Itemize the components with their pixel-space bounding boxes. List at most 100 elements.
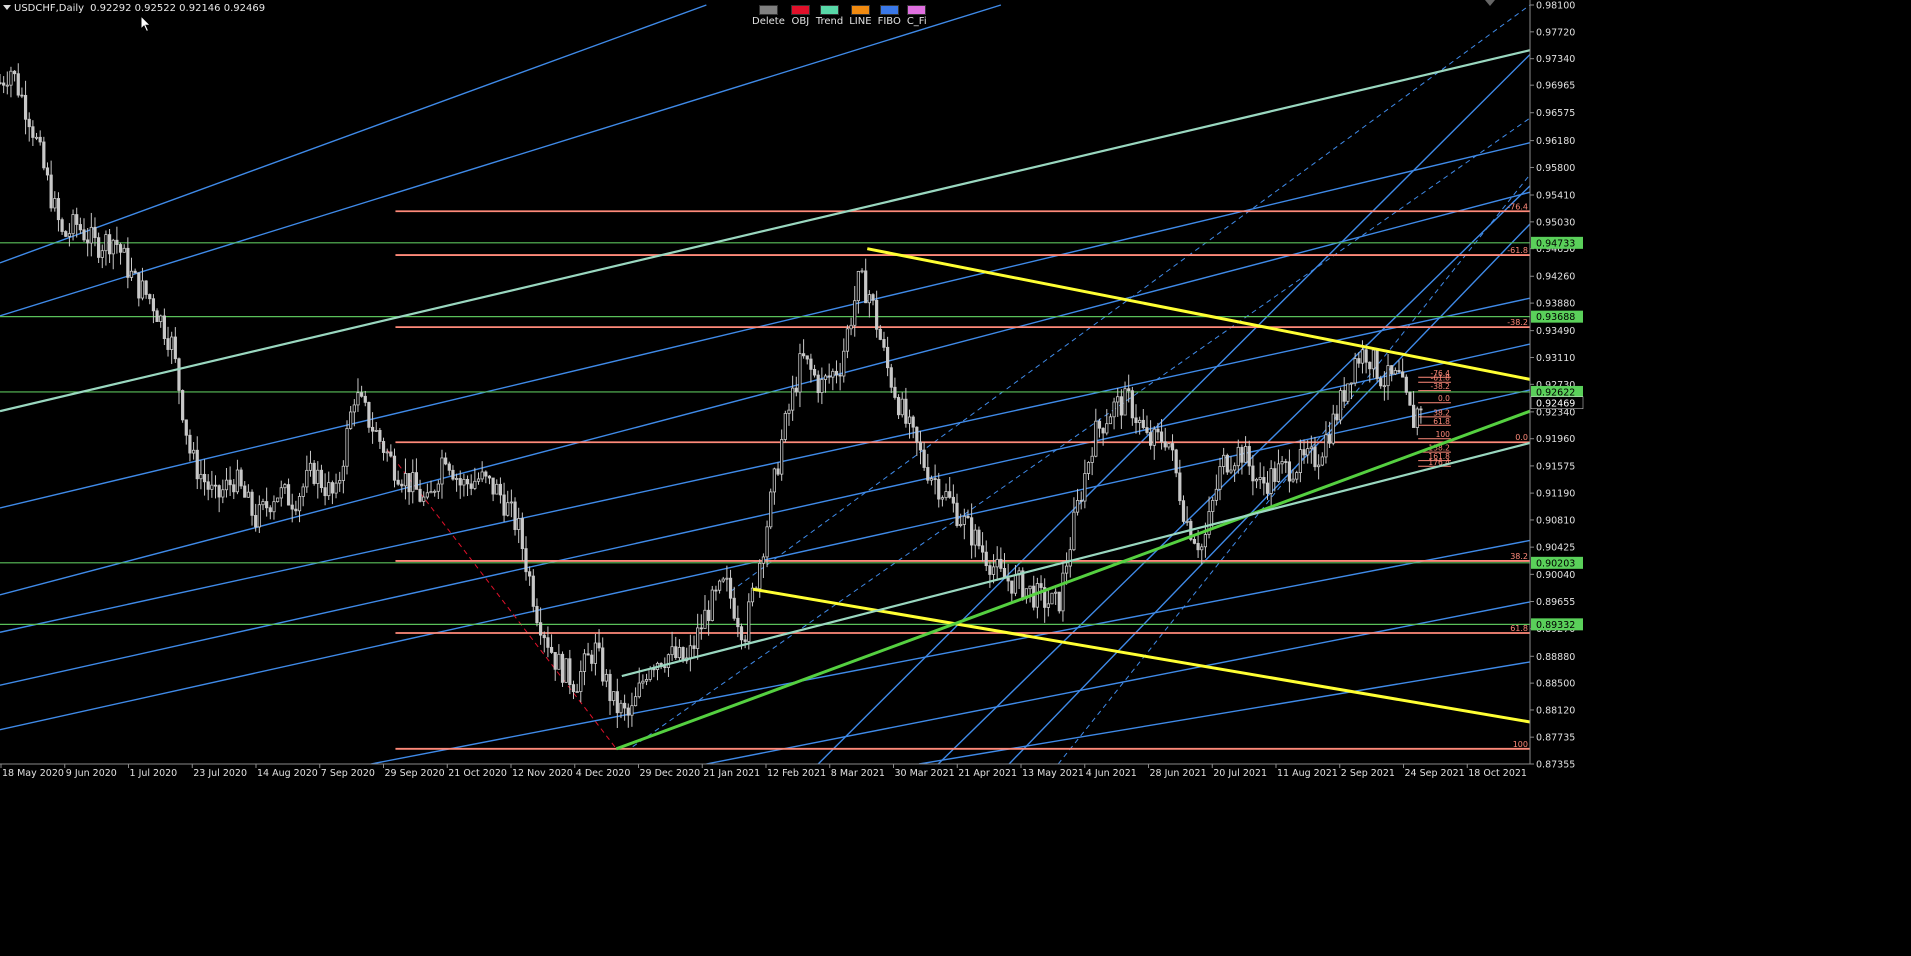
candle-body <box>886 346 890 369</box>
line-label: LINE <box>849 16 872 27</box>
chart-area[interactable]: -76.4 -61.8 -38.2 0.0 38.2 61.8 100 -76.4 -61.8-… <box>0 0 1911 956</box>
candle-body <box>418 488 422 502</box>
candle-body <box>1371 349 1376 370</box>
candle-body <box>517 518 521 530</box>
fibo-button[interactable]: FIBO <box>878 5 901 27</box>
candle-body <box>1364 349 1368 363</box>
candle-body <box>1156 428 1160 433</box>
obj-label: OBJ <box>791 16 810 27</box>
candle-body <box>1032 585 1036 608</box>
y-tick-label: 0.87355 <box>1536 760 1575 771</box>
y-tick-label: 0.87735 <box>1536 733 1575 744</box>
candle-body <box>173 336 177 360</box>
candle-body <box>268 507 272 513</box>
candle-body <box>327 482 331 497</box>
candle-body <box>911 416 915 428</box>
candle-body <box>1331 413 1335 444</box>
candle-body <box>290 504 294 510</box>
candle-body <box>1390 365 1394 375</box>
candle-body <box>999 558 1003 569</box>
x-tick-label: 21 Oct 2020 <box>448 768 507 779</box>
candle-body <box>1346 383 1350 402</box>
candle-body <box>995 558 999 568</box>
candle-body <box>769 491 773 528</box>
delete-button[interactable]: Delete <box>752 5 785 27</box>
candle-body <box>827 375 831 378</box>
candle-body <box>319 469 324 489</box>
cfi-button[interactable]: C_Fi <box>907 5 927 27</box>
x-tick-label: 28 Jun 2021 <box>1150 768 1207 779</box>
candle-body <box>42 141 46 169</box>
x-tick-label: 13 May 2021 <box>1022 768 1084 779</box>
line-button[interactable]: LINE <box>849 5 872 27</box>
candle-body <box>918 441 923 451</box>
candle-body <box>1229 469 1233 473</box>
chart-shift-marker-icon[interactable] <box>1485 0 1495 6</box>
candle-body <box>842 350 846 377</box>
obj-button[interactable]: OBJ <box>790 5 810 27</box>
candle-body <box>896 397 901 416</box>
candle-body <box>1021 570 1025 599</box>
candle-body <box>1262 477 1266 484</box>
candle-body <box>531 575 535 607</box>
symbol-header: USDCHF,Daily 0.92292 0.92522 0.92146 0.92… <box>3 3 265 14</box>
line-swatch <box>850 5 870 15</box>
fibo-small-label-3: 0.0 <box>1438 394 1450 403</box>
candle-body <box>181 390 185 421</box>
candle-body <box>590 654 594 664</box>
candle-body <box>1284 461 1288 463</box>
candle-body <box>257 504 261 528</box>
candle-body <box>491 477 495 495</box>
candle-body <box>798 353 802 393</box>
candle-body <box>630 705 634 716</box>
candle-body <box>871 294 875 301</box>
candle-body <box>856 271 860 302</box>
candle-body <box>955 502 959 526</box>
y-tick-label: 0.93110 <box>1536 353 1575 364</box>
candle-body <box>1170 443 1175 451</box>
candle-body <box>743 639 747 642</box>
candle-body <box>1309 446 1313 450</box>
candle-body <box>78 224 82 231</box>
fibo-level-label-2: -38.2 <box>1507 318 1528 327</box>
y-tick-label: 0.88500 <box>1536 679 1575 690</box>
candle-body <box>126 247 130 278</box>
candle-body <box>812 368 817 376</box>
candle-body <box>1415 408 1419 428</box>
trend-button[interactable]: Trend <box>816 5 843 27</box>
candle-body <box>177 358 181 391</box>
candle-body <box>1247 446 1251 467</box>
candle-body <box>1046 603 1050 608</box>
x-tick-label: 18 Oct 2021 <box>1468 768 1527 779</box>
candle-body <box>330 482 334 494</box>
candle-body <box>276 497 280 503</box>
candle-body <box>188 434 192 454</box>
drawing-toolbar: Delete OBJ Trend LINE FIBO C_Fi <box>752 5 927 27</box>
candle-body <box>97 237 101 258</box>
candle-body <box>1203 534 1207 548</box>
y-tick-label: 0.97340 <box>1536 54 1575 65</box>
fibo-small-label-5: 61.8 <box>1433 417 1450 426</box>
candle-body <box>1233 465 1237 471</box>
candle-body <box>707 609 711 621</box>
candle-body <box>338 480 342 484</box>
candle-body <box>1338 390 1343 421</box>
candle-body <box>228 479 232 486</box>
candle-body <box>1112 401 1116 418</box>
candle-body <box>56 198 61 221</box>
candle-body <box>31 126 35 138</box>
candle-body <box>1214 488 1218 501</box>
candle-body <box>316 469 320 484</box>
candle-body <box>312 462 316 484</box>
candle-body <box>688 645 692 659</box>
candle-body <box>1276 463 1281 482</box>
price-chart[interactable]: -76.4-61.8-38.20.038.261.8100-76.4-61.8-… <box>0 0 1911 956</box>
candle-body <box>692 645 696 649</box>
candle-body <box>1269 468 1273 494</box>
candle-body <box>677 647 682 659</box>
candle-body <box>728 577 733 599</box>
candle-body <box>1317 464 1321 468</box>
candle-body <box>363 395 367 403</box>
triangle-menu-icon[interactable] <box>3 5 11 10</box>
candle-body <box>323 487 327 497</box>
